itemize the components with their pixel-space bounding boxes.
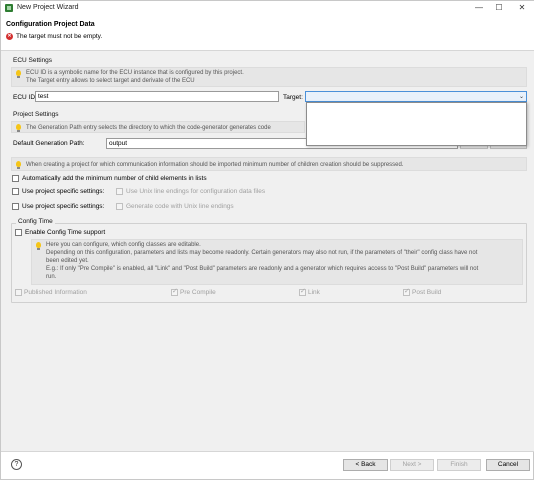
post-build-checkbox[interactable] <box>403 287 410 296</box>
target-label: Target: <box>283 94 303 101</box>
lightbulb-icon <box>16 161 21 169</box>
ecu-id-input[interactable]: test <box>35 91 279 102</box>
auto-add-checkbox[interactable] <box>12 175 19 182</box>
config-time-info-box: Here you can configure, which config cla… <box>31 239 523 285</box>
project-settings-label: Project Settings <box>13 111 59 118</box>
close-button[interactable]: ✕ <box>514 2 530 13</box>
auto-add-label: Automatically add the minimum number of … <box>22 175 207 182</box>
config-time-info-line1: Here you can configure, which config cla… <box>46 242 201 248</box>
back-button[interactable]: < Back <box>343 459 388 471</box>
ecu-info-box: ECU ID is a symbolic name for the ECU in… <box>11 67 527 87</box>
unix-config-checkbox[interactable] <box>116 188 123 195</box>
enable-config-time-checkbox[interactable] <box>15 229 22 236</box>
ecu-info-line2: The Target entry allows to select target… <box>26 78 195 84</box>
cancel-button[interactable]: Cancel <box>486 459 530 471</box>
child-info-text: When creating a project for which commun… <box>26 162 404 168</box>
unix-code-label: Generate code with Unix line endings <box>126 203 234 210</box>
project-specific-label-2: Use project specific settings: <box>22 203 105 210</box>
lightbulb-icon <box>36 242 41 250</box>
wizard-header: Configuration Project Data ✕ The target … <box>1 15 534 51</box>
finish-button[interactable]: Finish <box>437 459 481 471</box>
footer-divider <box>1 451 534 452</box>
published-info-label: Published Information <box>24 289 87 296</box>
page-title: Configuration Project Data <box>6 21 95 28</box>
error-message: The target must not be empty. <box>16 33 103 40</box>
wizard-window: New Project Wizard — ☐ ✕ Configuration P… <box>0 0 534 480</box>
config-time-info-line5: run. <box>46 274 57 280</box>
target-select[interactable]: ⌄ <box>305 91 527 102</box>
gen-path-info-box: The Generation Path entry selects the di… <box>11 121 305 133</box>
link-label: Link <box>308 289 320 296</box>
pre-compile-label: Pre Compile <box>180 289 216 296</box>
maximize-button[interactable]: ☐ <box>491 2 507 13</box>
config-time-info-line3: been edited yet. <box>46 258 89 264</box>
target-dropdown-list[interactable] <box>306 102 527 146</box>
next-button[interactable]: Next > <box>390 459 434 471</box>
gen-path-label: Default Generation Path: <box>13 140 85 147</box>
project-specific-checkbox-1[interactable] <box>12 188 19 195</box>
config-time-label: Config Time <box>16 218 55 225</box>
error-icon: ✕ <box>6 33 13 40</box>
minimize-button[interactable]: — <box>471 2 487 13</box>
ecu-settings-label: ECU Settings <box>13 57 53 64</box>
help-icon[interactable]: ? <box>11 459 22 470</box>
unix-config-label: Use Unix line endings for configuration … <box>126 188 266 195</box>
ecu-info-line1: ECU ID is a symbolic name for the ECU in… <box>26 70 244 76</box>
title-bar: New Project Wizard — ☐ ✕ <box>1 1 534 15</box>
app-icon <box>5 4 13 12</box>
config-time-info-line4: E.g.: If only "Pre Compile" is enabled, … <box>46 266 479 272</box>
link-checkbox[interactable] <box>299 287 306 296</box>
config-time-info-line2: Depending on this configuration, paramet… <box>46 250 478 256</box>
window-title: New Project Wizard <box>17 4 79 11</box>
lightbulb-icon <box>16 70 21 78</box>
ecu-id-label: ECU ID: <box>13 94 37 101</box>
gen-path-info-text: The Generation Path entry selects the di… <box>26 125 271 131</box>
published-info-checkbox[interactable] <box>15 289 22 296</box>
chevron-down-icon: ⌄ <box>518 94 524 100</box>
child-info-box: When creating a project for which commun… <box>11 157 527 171</box>
pre-compile-checkbox[interactable] <box>171 287 178 296</box>
project-specific-label-1: Use project specific settings: <box>22 188 105 195</box>
project-specific-checkbox-2[interactable] <box>12 203 19 210</box>
post-build-label: Post Build <box>412 289 442 296</box>
lightbulb-icon <box>16 124 21 132</box>
unix-code-checkbox[interactable] <box>116 203 123 210</box>
enable-config-time-label: Enable Config Time support <box>25 229 106 236</box>
